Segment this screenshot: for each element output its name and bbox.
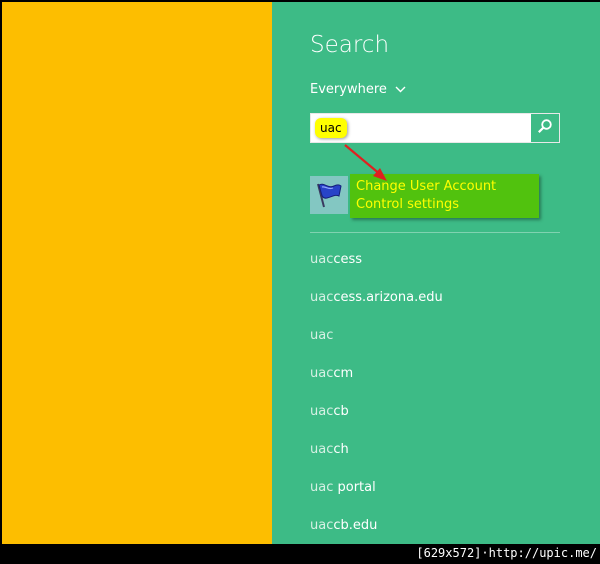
suggestion-typed-part: uac	[310, 480, 334, 495]
search-suggestion[interactable]: uaccess.arizona.edu	[310, 290, 443, 328]
search-suggestion[interactable]: uaccm	[310, 366, 443, 404]
suggestion-typed-part: uac	[310, 442, 334, 457]
search-suggestion[interactable]: uaccb	[310, 404, 443, 442]
suggestion-typed-part: uac	[310, 328, 334, 343]
search-suggestion[interactable]: uac portal	[310, 480, 443, 518]
top-result-uac-settings[interactable]: Change User Account Control settings	[310, 173, 560, 218]
search-suggestion[interactable]: uaccb.edu	[310, 518, 443, 544]
search-scope-dropdown[interactable]: Everywhere	[310, 82, 406, 97]
suggestion-completion: portal	[333, 480, 376, 495]
top-result-label: Change User Account Control settings	[350, 174, 539, 218]
search-suggestion[interactable]: uacch	[310, 442, 443, 480]
suggestion-typed-part: uac	[310, 366, 334, 381]
results-divider	[310, 232, 560, 233]
search-suggestions: uaccess uaccess.arizona.edu uac uaccm uaccb u…	[310, 252, 443, 544]
watermark-bar: [629x572]·http://upic.me/	[1, 544, 600, 564]
suggestion-completion: cess	[333, 252, 363, 267]
search-title: Search	[310, 32, 390, 58]
suggestion-typed-part: uac	[310, 290, 334, 305]
search-icon	[537, 118, 553, 138]
start-background	[2, 2, 272, 544]
chevron-down-icon	[395, 86, 406, 93]
search-suggestion[interactable]: uac	[310, 328, 443, 366]
search-scope-label: Everywhere	[310, 82, 387, 97]
search-button[interactable]	[531, 114, 559, 142]
suggestion-completion: cb	[333, 404, 349, 419]
search-charm: Search Everywhere uac Change User Accoun…	[272, 2, 600, 544]
query-highlight-label: uac	[315, 118, 347, 138]
suggestion-completion: ch	[333, 442, 349, 457]
suggestion-typed-part: uac	[310, 252, 334, 267]
suggestion-typed-part: uac	[310, 518, 334, 533]
suggestion-typed-part: uac	[310, 404, 334, 419]
screenshot-frame: Search Everywhere uac Change User Accoun…	[0, 0, 600, 564]
search-suggestion[interactable]: uaccess	[310, 252, 443, 290]
suggestion-completion: cm	[333, 366, 354, 381]
suggestion-completion: cb.edu	[333, 518, 378, 533]
watermark-text: [629x572]·http://upic.me/	[416, 546, 597, 560]
suggestion-completion: cess.arizona.edu	[333, 290, 443, 305]
uac-flag-icon	[310, 176, 348, 214]
search-box: uac	[310, 113, 560, 143]
